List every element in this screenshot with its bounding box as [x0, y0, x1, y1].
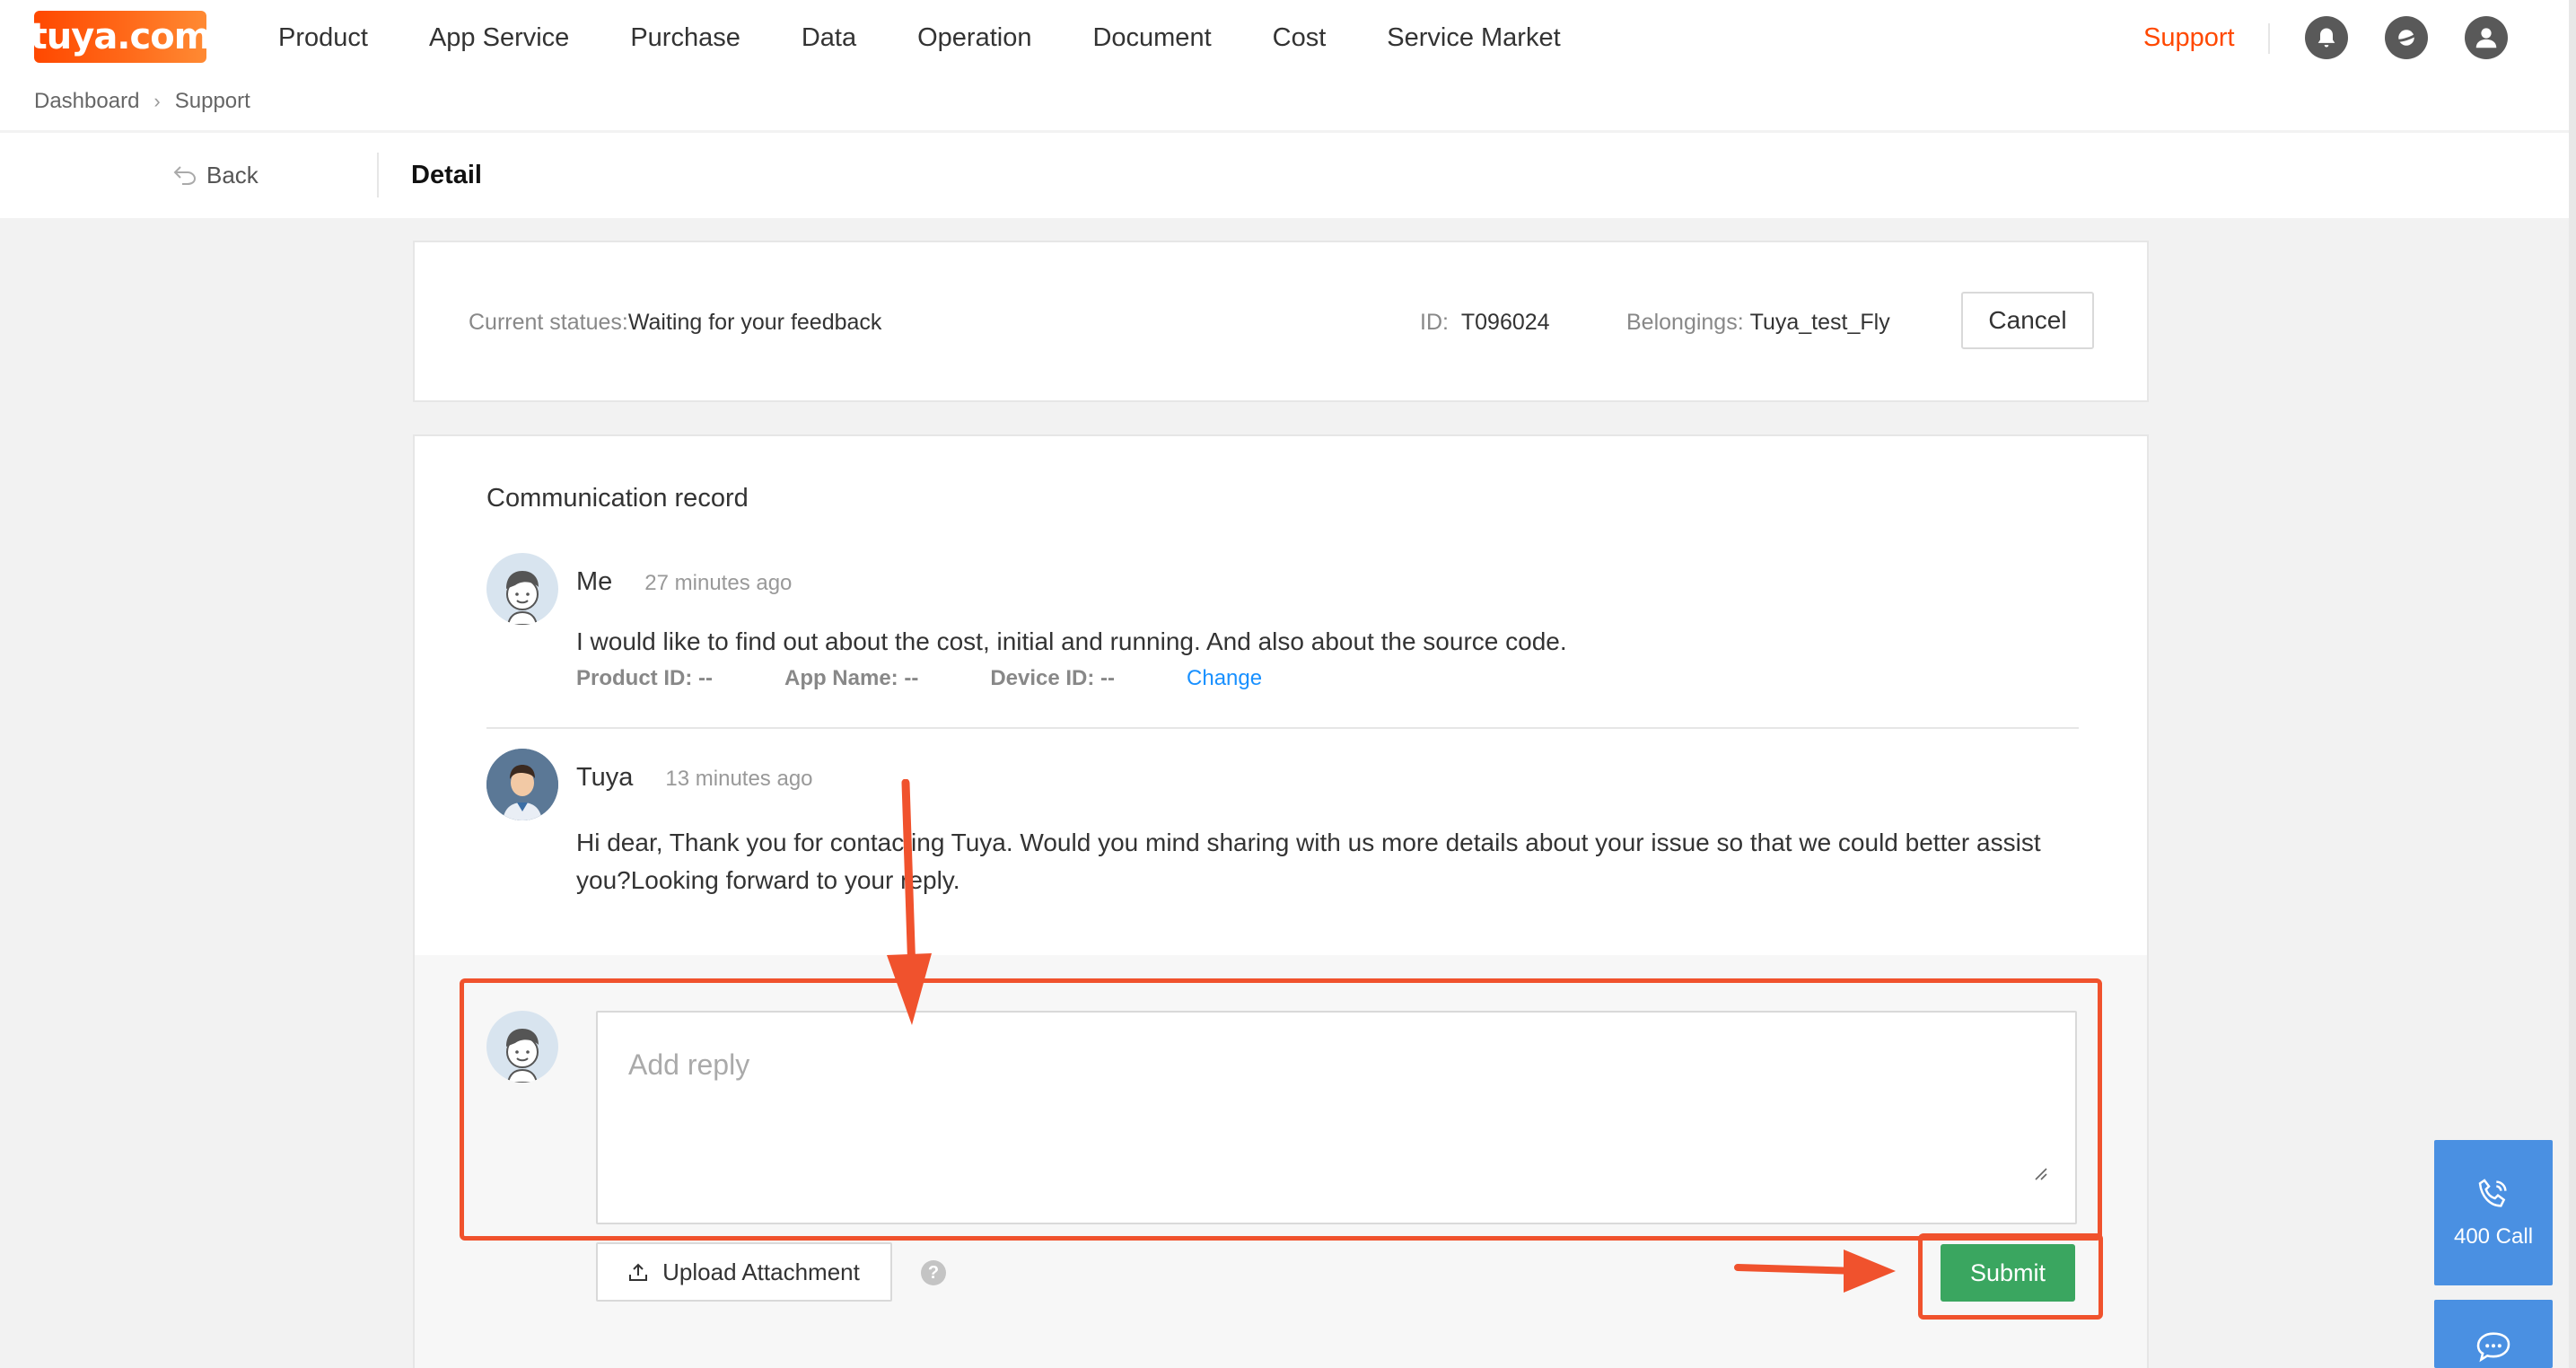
upload-icon: [629, 1263, 648, 1281]
message-author: Me: [576, 567, 613, 596]
ticket-id: ID: T096024: [1420, 307, 1550, 338]
reply-area: Add reply Upload Attachment ? Submit: [415, 955, 2147, 1368]
ticket-status-card: Current statues:Waiting for your feedbac…: [413, 241, 2149, 402]
nav-item-document[interactable]: Document: [1092, 20, 1211, 56]
ticket-belongings: Belongings: Tuya_test_Fly: [1626, 307, 1890, 338]
header-divider: [2268, 23, 2270, 54]
breadcrumb-dashboard[interactable]: Dashboard: [34, 88, 139, 115]
chat-button[interactable]: [2434, 1300, 2553, 1368]
message-time: 13 minutes ago: [665, 767, 813, 791]
nav-item-service-market[interactable]: Service Market: [1387, 20, 1560, 56]
message-author: Tuya: [576, 763, 634, 792]
nav-item-cost[interactable]: Cost: [1273, 20, 1327, 56]
nav-item-app-service[interactable]: App Service: [429, 20, 569, 56]
status-label: Current statues:: [469, 310, 628, 335]
bell-icon[interactable]: [2305, 16, 2348, 59]
chat-icon: [2476, 1332, 2510, 1363]
detail-divider: [377, 153, 379, 197]
message-item: Tuya 13 minutes ago Hi dear, Thank you fo…: [486, 749, 2079, 910]
resize-grip-icon[interactable]: [2032, 1165, 2048, 1181]
chevron-right-icon: ›: [153, 90, 161, 112]
meta-device-id: Device ID: --: [990, 666, 1116, 690]
back-label: Back: [206, 162, 258, 189]
ticket-id-label: ID:: [1420, 310, 1449, 335]
scrollbar[interactable]: [2569, 0, 2576, 1368]
page-title: Detail: [411, 161, 482, 189]
nav-item-operation[interactable]: Operation: [917, 20, 1031, 56]
ticket-status: Current statues:Waiting for your feedbac…: [469, 307, 881, 338]
message-divider: [486, 727, 2079, 729]
message-body: Hi dear, Thank you for contacting Tuya. …: [576, 829, 2041, 894]
reply-textarea[interactable]: Add reply: [596, 1011, 2077, 1224]
help-icon[interactable]: ?: [921, 1260, 946, 1285]
status-value: Waiting for your feedback: [627, 310, 882, 335]
message-time: 27 minutes ago: [644, 571, 793, 595]
avatar: [486, 553, 558, 625]
planet-icon[interactable]: [2385, 16, 2428, 59]
message-meta: Product ID: -- App Name: -- Device ID: -…: [576, 664, 1334, 693]
communication-title: Communication record: [486, 484, 749, 513]
message-body: I would like to find out about the cost,…: [576, 627, 1567, 655]
nav-item-product[interactable]: Product: [278, 20, 368, 56]
tuya-logo[interactable]: tuya.com: [31, 11, 211, 63]
avatar: [486, 1011, 558, 1083]
avatar: [486, 749, 558, 820]
call-label: 400 Call: [2453, 1224, 2534, 1249]
detail-bar: Back Detail: [0, 133, 2569, 218]
message-header: Me 27 minutes ago: [576, 566, 792, 600]
message-item: Me 27 minutes ago I would like to find ou…: [486, 553, 2079, 706]
cancel-button[interactable]: Cancel: [1961, 292, 2094, 349]
belongings-value: Tuya_test_Fly: [1749, 310, 1890, 335]
main-nav: Product App Service Purchase Data Operat…: [278, 20, 1622, 56]
nav-item-data[interactable]: Data: [802, 20, 856, 56]
belongings-label: Belongings:: [1626, 310, 1744, 335]
submit-button[interactable]: Submit: [1941, 1244, 2075, 1302]
message-header: Tuya 13 minutes ago: [576, 761, 813, 795]
support-link[interactable]: Support: [2143, 20, 2235, 56]
top-header: tuya.com Product App Service Purchase Da…: [0, 0, 2569, 130]
back-arrow-icon: [173, 166, 197, 185]
user-icon[interactable]: [2465, 16, 2508, 59]
breadcrumb-support: Support: [174, 89, 250, 113]
phone-icon: [2478, 1179, 2507, 1207]
meta-app-name: App Name: --: [784, 666, 919, 690]
upload-attachment-button[interactable]: Upload Attachment: [596, 1242, 892, 1302]
upload-label: Upload Attachment: [662, 1258, 860, 1285]
back-button[interactable]: Back: [172, 160, 258, 190]
reply-placeholder: Add reply: [628, 1048, 750, 1081]
communication-card: Communication record Me 27 minutes ago I …: [413, 434, 2149, 1368]
meta-product-id: Product ID: --: [576, 666, 713, 690]
ticket-id-value: T096024: [1460, 310, 1550, 335]
nav-item-purchase[interactable]: Purchase: [630, 20, 740, 56]
call-button[interactable]: 400 Call: [2434, 1140, 2553, 1285]
breadcrumb: Dashboard › Support: [34, 88, 250, 115]
change-link[interactable]: Change: [1187, 664, 1262, 693]
